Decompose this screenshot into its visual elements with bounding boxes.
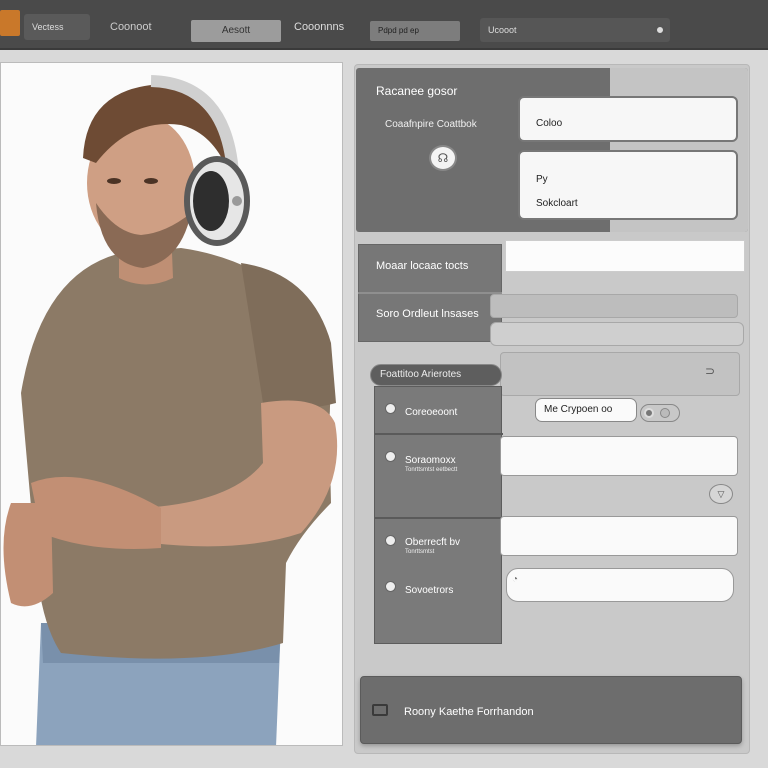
radio-icon[interactable] <box>385 451 396 462</box>
text-input-3[interactable] <box>490 322 744 346</box>
text-input-1[interactable] <box>505 240 745 272</box>
folder-icon[interactable] <box>372 704 388 716</box>
divider <box>375 517 503 519</box>
menu-title[interactable]: Moaar locaac tocts <box>376 260 468 272</box>
tab-6-dropdown[interactable]: Ucooot <box>480 18 670 42</box>
photo-panel <box>0 62 343 746</box>
radio-icon[interactable] <box>654 24 666 36</box>
person-photo <box>1 63 342 745</box>
text-input-4[interactable] <box>500 436 738 476</box>
headset-icon[interactable]: ☊ <box>429 145 457 171</box>
details-field[interactable]: Py Sokcloart <box>518 150 738 220</box>
dropdown-header-label: Foattitoo Arierotes <box>380 369 462 380</box>
menu-subtitle[interactable]: Soro Ordleut lnsases <box>376 308 479 320</box>
toggle-knob <box>660 408 670 418</box>
dropdown-item-caption: Tonrttsmtst eetbectt <box>405 467 458 473</box>
details-field-line-1: Py <box>536 174 548 185</box>
dropdown-item[interactable]: Soraomoxx <box>405 455 456 466</box>
toggle-knob <box>644 408 654 418</box>
select-field[interactable] <box>500 352 740 396</box>
dropdown-item[interactable]: Sovoetrors <box>405 585 453 596</box>
chevron-right-icon[interactable]: ⊃ <box>705 364 715 378</box>
text-input-5[interactable] <box>500 516 738 556</box>
profile-card-title: Racanee gosor <box>376 84 458 98</box>
tab-4[interactable]: Cooonnns <box>286 14 356 40</box>
text-input-2[interactable] <box>490 294 738 318</box>
radio-icon[interactable] <box>385 535 396 546</box>
footer-label[interactable]: Roony Kaethe Forrhandon <box>404 706 534 718</box>
tab-3-active[interactable]: Aesott <box>191 20 281 42</box>
pill-input[interactable]: Me Crypoen oo <box>535 398 637 422</box>
divider <box>375 433 503 435</box>
dropdown-item-caption: Tonrttsmtst <box>405 549 435 555</box>
search-icon: ◔ <box>512 574 519 585</box>
profile-card-subtitle: Coaafnpire Coattbok <box>385 119 477 130</box>
name-field[interactable]: Coloo <box>518 96 738 142</box>
radio-icon[interactable] <box>385 403 396 414</box>
details-field-line-2: Sokcloart <box>536 198 578 209</box>
logo-icon[interactable] <box>0 10 20 36</box>
radio-icon[interactable] <box>385 581 396 592</box>
tab-2[interactable]: Coonoot <box>102 14 178 40</box>
dropdown-item[interactable]: Oberrecft bv <box>405 537 460 548</box>
search-input[interactable] <box>506 568 734 602</box>
divider <box>358 292 502 294</box>
dropdown-item[interactable]: Coreoeoont <box>405 407 457 418</box>
tab-1[interactable]: Vectess <box>24 14 90 40</box>
chevron-down-icon[interactable]: ▽ <box>709 484 733 504</box>
dropdown-menu: Coreoeoont Soraomoxx Tonrttsmtst eetbect… <box>374 386 503 644</box>
tab-5[interactable]: Pdpd pd ep <box>370 21 460 41</box>
